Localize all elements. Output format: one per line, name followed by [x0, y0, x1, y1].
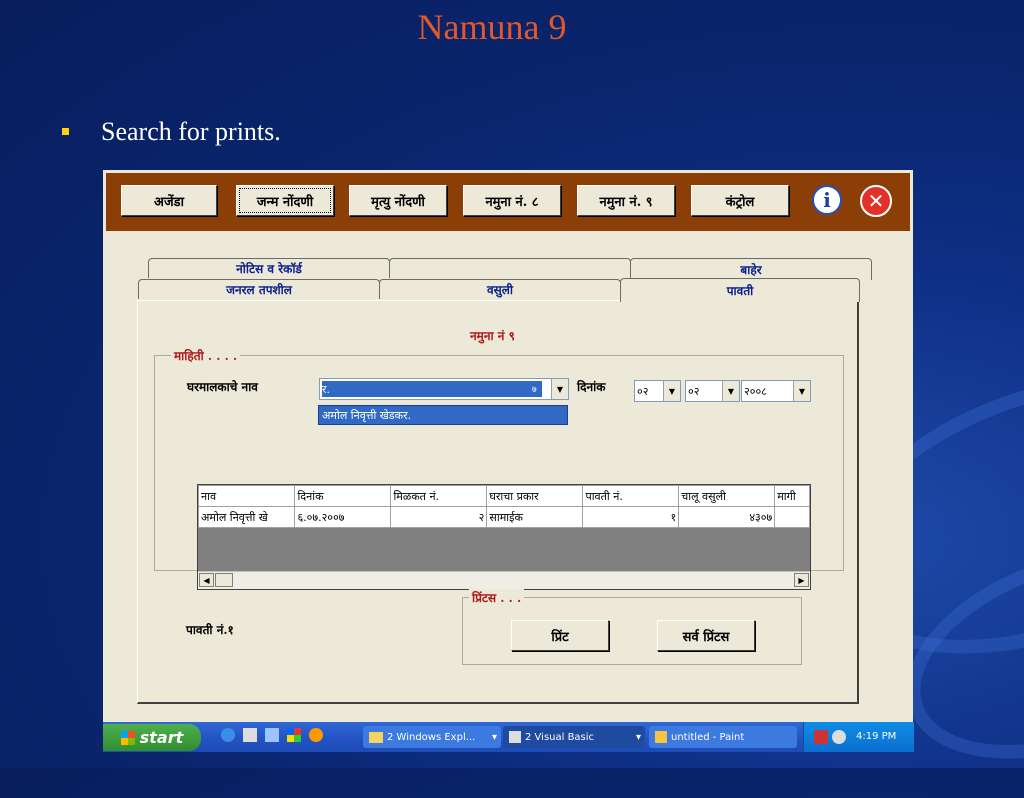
scroll-right-icon[interactable]: ▶ — [794, 573, 809, 587]
start-button[interactable]: start — [103, 724, 201, 751]
horizontal-scrollbar[interactable]: ◀ ▶ — [198, 571, 810, 589]
grid-cell: ६.०७.२००७ — [294, 506, 392, 528]
grid-header-cell: घराचा प्रकार — [486, 485, 584, 507]
task-windows-explorer[interactable]: 2 Windows Expl... ▾ — [363, 726, 501, 748]
grid-header-cell: दिनांक — [294, 485, 392, 507]
chevron-down-icon[interactable]: ▼ — [663, 381, 680, 401]
tab-exit[interactable]: बाहेर — [630, 258, 872, 280]
data-grid[interactable]: नाव दिनांक मिळकत नं. घराचा प्रकार पावती … — [197, 484, 811, 590]
grid-cell: २ — [390, 506, 488, 528]
application-screenshot: अजेंडा जन्म नोंदणी मृत्यु नोंदणी नमुना न… — [103, 170, 914, 752]
owner-name-suffix: ७ — [532, 385, 537, 395]
form-heading: नमुना नं ९ — [470, 329, 515, 343]
owner-suggestion-item[interactable]: अमोल निवृत्ती खेडकर. — [318, 405, 568, 425]
chevron-down-icon[interactable]: ▼ — [722, 381, 739, 401]
bullet-marker — [62, 128, 69, 135]
chevron-down-icon[interactable]: ▼ — [793, 381, 810, 401]
grid-cell — [774, 506, 810, 528]
bullet-text: Search for prints. — [101, 117, 281, 146]
close-icon[interactable]: ✕ — [860, 185, 892, 217]
owner-name-combo[interactable]: र. ७ ▼ — [319, 378, 569, 400]
color-icon[interactable] — [287, 728, 301, 742]
volume-icon[interactable] — [832, 730, 846, 744]
print-button[interactable]: प्रिंट — [511, 620, 609, 651]
vb-icon — [509, 731, 521, 743]
tab-general-details[interactable]: जनरल तपशील — [138, 279, 380, 299]
folder-icon — [369, 731, 383, 743]
system-tray: 4:19 PM — [803, 722, 914, 752]
scroll-left-icon[interactable]: ◀ — [199, 573, 214, 587]
grid-header-cell: मिळकत नं. — [390, 485, 488, 507]
paint-icon — [655, 731, 667, 743]
owner-name-value: र. — [322, 383, 330, 396]
windows-taskbar: start 2 Windows Expl... ▾ 2 Visual Basic… — [103, 722, 914, 752]
form-9-button[interactable]: नमुना नं. ९ — [577, 185, 675, 216]
grid-cell: सामाईक — [486, 506, 584, 528]
death-registration-button[interactable]: मृत्यु नोंदणी — [349, 185, 447, 216]
tab-receipt[interactable]: पावती — [620, 278, 860, 302]
grid-header-cell: मागी — [774, 485, 810, 507]
date-day-select[interactable]: ०२ ▼ — [634, 380, 681, 402]
form-8-button[interactable]: नमुना नं. ८ — [463, 185, 561, 216]
grid-cell: ४३०७ — [678, 506, 776, 528]
media-icon[interactable] — [309, 728, 323, 742]
tools-icon[interactable] — [265, 728, 279, 742]
task-paint[interactable]: untitled - Paint — [649, 726, 797, 748]
cursor-icon[interactable] — [243, 728, 257, 742]
chevron-down-icon: ▾ — [491, 731, 497, 743]
receipt-number-label: पावती नं.१ — [186, 623, 234, 637]
prints-group: प्रिंटस . . . प्रिंट सर्व प्रिंटस — [462, 589, 802, 665]
grid-header-cell: चालू वसुली — [678, 485, 776, 507]
tab-notice-record[interactable]: नोटिस व रेकॉर्ड — [148, 258, 390, 278]
all-prints-button[interactable]: सर्व प्रिंटस — [657, 620, 755, 651]
prints-legend: प्रिंटस . . . — [469, 589, 525, 606]
control-button[interactable]: कंट्रोल — [691, 185, 789, 216]
grid-cell: अमोल निवृत्ती खे — [198, 506, 296, 528]
slide-title: Namuna 9 — [417, 7, 567, 47]
grid-cell: १ — [582, 506, 680, 528]
table-row[interactable]: अमोल निवृत्ती खे ६.०७.२००७ २ सामाईक १ ४३… — [198, 506, 810, 528]
info-legend: माहिती . . . . — [171, 347, 241, 364]
grid-header-row: नाव दिनांक मिळकत नं. घराचा प्रकार पावती … — [198, 485, 810, 507]
birth-registration-button[interactable]: जन्म नोंदणी — [236, 185, 334, 216]
browser-icon[interactable] — [221, 728, 235, 742]
grid-header-cell: नाव — [198, 485, 296, 507]
tab-blank[interactable] — [389, 258, 631, 278]
task-visual-basic[interactable]: 2 Visual Basic ▾ — [503, 726, 645, 748]
grid-table: नाव दिनांक मिळकत नं. घराचा प्रकार पावती … — [198, 485, 810, 528]
start-label: start — [139, 728, 184, 747]
quick-launch — [221, 728, 323, 742]
date-year-select[interactable]: २००८ ▼ — [741, 380, 811, 402]
owner-name-label: घरमालकाचे नाव — [187, 380, 258, 394]
date-month-select[interactable]: ०२ ▼ — [685, 380, 740, 402]
info-icon[interactable]: i — [812, 185, 842, 215]
grid-header-cell: पावती नं. — [582, 485, 680, 507]
scroll-thumb[interactable] — [215, 573, 233, 587]
app-toolbar: अजेंडा जन्म नोंदणी मृत्यु नोंदणी नमुना न… — [106, 173, 910, 231]
agenda-button[interactable]: अजेंडा — [121, 185, 217, 216]
tab-recovery[interactable]: वसुली — [379, 279, 621, 299]
chevron-down-icon[interactable]: ▼ — [551, 379, 568, 399]
network-icon[interactable] — [814, 730, 828, 744]
windows-logo-icon — [120, 730, 135, 745]
tab-control: नोटिस व रेकॉर्ड बाहेर जनरल तपशील वसुली प… — [137, 258, 872, 706]
chevron-down-icon: ▾ — [635, 731, 641, 743]
receipt-panel: नमुना नं ९ माहिती . . . . घरमालकाचे नाव … — [137, 300, 859, 704]
date-label: दिनांक — [577, 380, 606, 394]
clock[interactable]: 4:19 PM — [856, 731, 896, 742]
